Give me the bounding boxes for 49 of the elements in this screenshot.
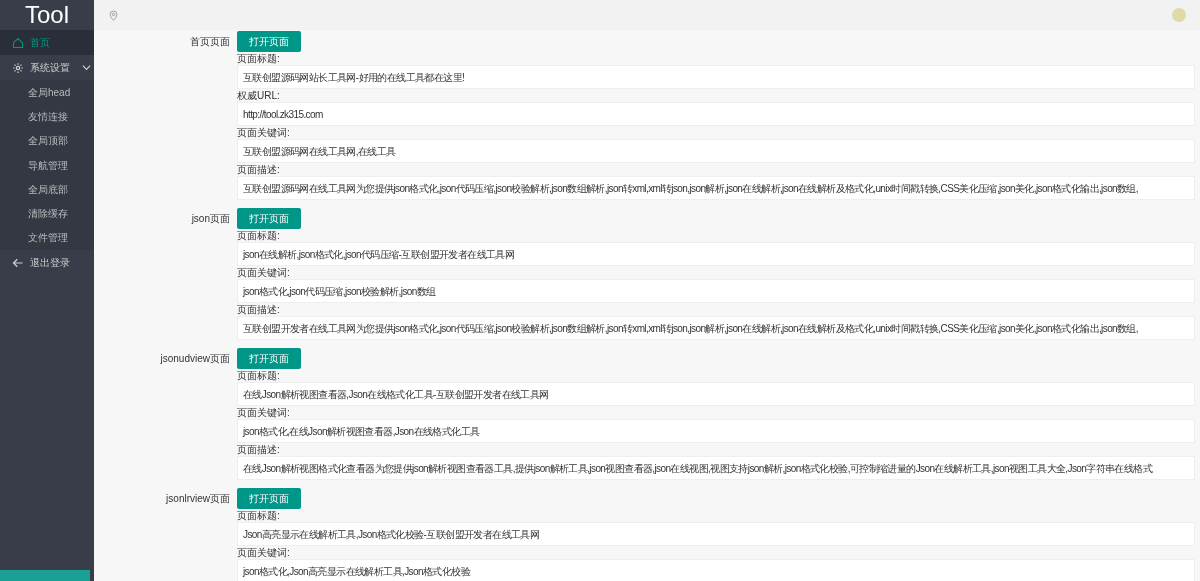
gear-icon	[12, 61, 24, 74]
chevron-icon	[82, 63, 91, 72]
field-label: 页面关键词:	[237, 127, 291, 139]
text-field[interactable]: http://tool.zk315.com	[237, 102, 1195, 126]
back-arrow-icon	[12, 256, 24, 269]
field-label: 页面关键词:	[237, 547, 291, 559]
submenu-item[interactable]: 文件管理	[0, 225, 94, 251]
submenu-item[interactable]: 友情连接	[0, 104, 94, 129]
submenu-item[interactable]: 全局顶部	[0, 128, 94, 153]
field-label: 页面描述:	[237, 164, 281, 176]
text-field[interactable]: json格式化,Json高亮显示在线解析工具,Json格式化校验	[237, 559, 1195, 581]
text-field[interactable]: 互联创盟源码网在线工具网为您提供json格式化,json代码压缩,json校验解析,json数组解析,json转xml,xml转json,json解析,json在线解析,json在线解析及格式化,unix时间戳转换,CSS美化压缩,json美化,json格式化输出,json数组,	[237, 176, 1195, 200]
field-label: 页面关键词:	[237, 267, 291, 279]
text-field[interactable]: json在线解析,json格式化,json代码压缩-互联创盟开发者在线工具网	[237, 242, 1195, 266]
submenu-item[interactable]: 全局head	[0, 80, 94, 105]
avatar[interactable]	[1172, 8, 1186, 22]
section-label: jsonlrview页面	[166, 492, 230, 506]
text-field[interactable]: 互联创盟源码网在线工具网,在线工具	[237, 139, 1195, 163]
open-page-button[interactable]: 打开页面	[237, 488, 301, 509]
field-label: 页面标题:	[237, 510, 281, 522]
home-icon	[12, 36, 24, 49]
text-field[interactable]: 互联创盟开发者在线工具网为您提供json格式化,json代码压缩,json校验解析,json数组解析,json转xml,xml转json,json解析,json在线解析,json在线解析及格式化,unix时间戳转换,CSS美化压缩,json美化,json格式化输出,json数组,	[237, 316, 1195, 340]
section-label: json页面	[191, 212, 230, 226]
open-page-button[interactable]: 打开页面	[237, 348, 301, 369]
text-field[interactable]: Json高亮显示在线解析工具,Json格式化校验-互联创盟开发者在线工具网	[237, 522, 1195, 546]
section-label: 首页页面	[190, 35, 230, 49]
open-page-button[interactable]: 打开页面	[237, 31, 301, 52]
submenu-item[interactable]: 导航管理	[0, 152, 94, 178]
submenu-item[interactable]: 清除缓存	[0, 201, 94, 226]
field-label: 页面标题:	[237, 230, 281, 242]
logo-text: Tool	[25, 3, 69, 27]
field-label: 页面描述:	[237, 444, 281, 456]
location-pin-icon[interactable]	[108, 9, 119, 21]
text-field[interactable]: json格式化,json代码压缩,json校验解析,json数组	[237, 279, 1195, 303]
text-field[interactable]: 互联创盟源码网站长工具网-好用的在线工具都在这里!	[237, 65, 1195, 89]
field-label: 页面标题:	[237, 370, 281, 382]
text-field[interactable]: 在线Json解析视图格式化查看器为您提供json解析视图查看器工具,提供json解析工具,json视图查看器,json在线视图,视图支持json解析,json格式化校验,可控制缩进量的Json在线解析工具,json视图工具大全,Json字符串在线格式	[237, 456, 1195, 480]
submenu-item[interactable]: 全局底部	[0, 177, 94, 202]
section-label: jsonudview页面	[160, 352, 230, 366]
sidebar-item[interactable]: 首页	[0, 30, 94, 55]
sidebar-item[interactable]: 退出登录	[0, 250, 94, 276]
text-field[interactable]: json格式化,在线Json解析视图查看器,Json在线格式化工具	[237, 419, 1195, 443]
field-label: 页面关键词:	[237, 407, 291, 419]
field-label: 页面标题:	[237, 53, 281, 65]
sidebar-item[interactable]: 系统设置	[0, 55, 94, 80]
field-label: 权威URL:	[237, 90, 281, 102]
text-field[interactable]: 在线Json解析视图查看器,Json在线格式化工具-互联创盟开发者在线工具网	[237, 382, 1195, 406]
open-page-button[interactable]: 打开页面	[237, 208, 301, 229]
field-label: 页面描述:	[237, 304, 281, 316]
